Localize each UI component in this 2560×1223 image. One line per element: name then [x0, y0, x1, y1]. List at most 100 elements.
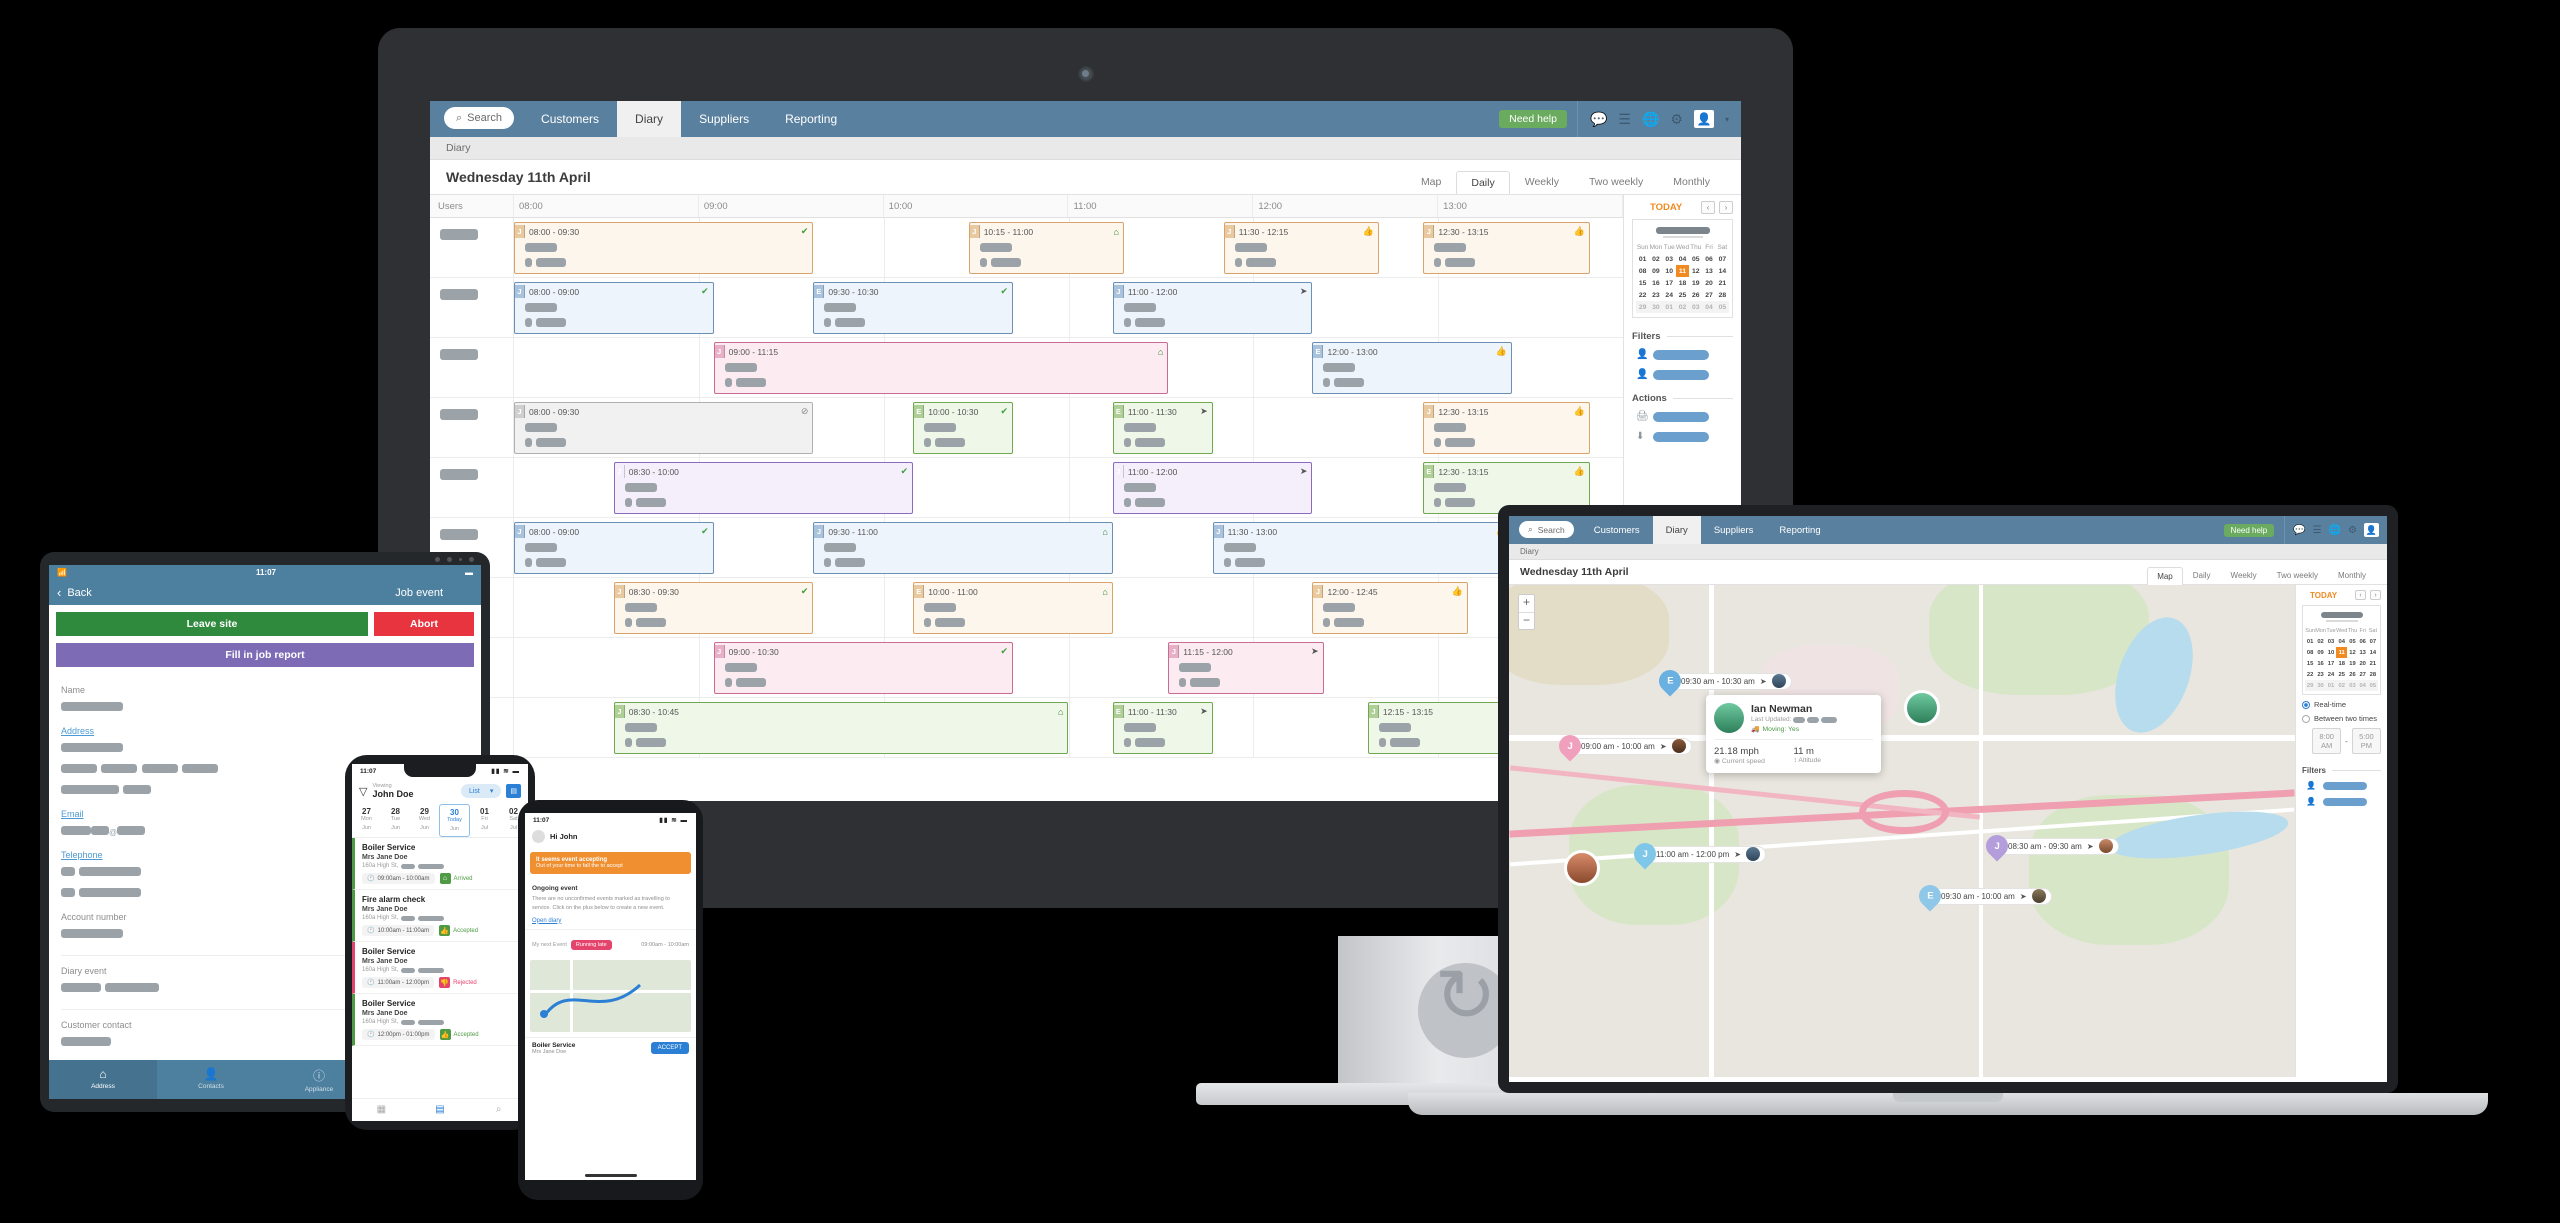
phone-day-strip[interactable]: 27 Mon Jun 28 Tue Jun 29 Wed Jun 30 Today Jun 01 Fri J…: [352, 804, 528, 838]
calendar-day[interactable]: 05: [1715, 301, 1729, 313]
diary-user-cell[interactable]: [430, 338, 514, 397]
diary-event[interactable]: J 08:30 - 09:30 ✔: [613, 582, 814, 634]
calendar-day[interactable]: 03: [1663, 253, 1676, 265]
calendar-day[interactable]: 16: [1649, 277, 1662, 289]
field-label-address[interactable]: Address: [61, 726, 469, 736]
calendar-day[interactable]: 05: [2367, 680, 2378, 691]
zoom-in-button[interactable]: +: [1519, 595, 1534, 612]
calendar-day[interactable]: 25: [2336, 669, 2347, 680]
day-strip-item[interactable]: 28 Tue Jun: [381, 804, 410, 837]
gear-icon[interactable]: ⚙: [1670, 111, 1683, 128]
diary-event[interactable]: E 09:30 - 10:30 ✔: [813, 282, 1014, 334]
mini-map[interactable]: [530, 959, 691, 1032]
day-strip-item[interactable]: 30 Today Jun: [439, 804, 470, 837]
view-tab-map[interactable]: Map: [1406, 170, 1456, 193]
calendar-day[interactable]: 11: [2336, 647, 2348, 658]
diary-event[interactable]: E 12:00 - 13:00 👍: [1312, 342, 1513, 394]
back-chevron-icon[interactable]: ‹: [57, 585, 61, 600]
diary-event[interactable]: J 09:00 - 10:30 ✔: [713, 642, 1014, 694]
diary-event[interactable]: J 08:00 - 09:30 ✔: [514, 222, 814, 274]
calendar-day[interactable]: 24: [2326, 669, 2336, 680]
diary-event[interactable]: E 11:00 - 11:30 ➤: [1112, 702, 1213, 754]
calendar-day[interactable]: 01: [1636, 253, 1649, 265]
calendar-day[interactable]: 26: [2347, 669, 2357, 680]
diary-user-cell[interactable]: [430, 218, 514, 277]
list-dropdown[interactable]: List ▾: [460, 784, 502, 798]
calendar-day[interactable]: 18: [2336, 658, 2347, 669]
calendar-icon[interactable]: ▤: [411, 1104, 470, 1115]
fill-job-report-button[interactable]: Fill in job report: [56, 643, 474, 667]
calendar-day[interactable]: 16: [2315, 658, 2326, 669]
time-to-input[interactable]: 5:00 PM: [2351, 728, 2381, 754]
calendar-day[interactable]: 30: [2315, 680, 2326, 691]
marker-label[interactable]: 09:00 am - 10:00 am ➤: [1571, 737, 1692, 755]
diary-lane[interactable]: J 09:00 - 10:30 ✔ J 11:15 - 12:00 ➤: [514, 638, 1623, 697]
tab-customers[interactable]: Customers: [523, 101, 617, 137]
calendar-day[interactable]: 09: [1649, 265, 1662, 277]
filter-row[interactable]: 👤: [1632, 349, 1733, 360]
marker-label[interactable]: 09:30 am - 10:00 am ➤: [1931, 887, 2052, 905]
diary-user-cell[interactable]: [430, 398, 514, 457]
prev-month-button[interactable]: ‹: [2355, 590, 2366, 600]
diary-event[interactable]: J 08:00 - 09:00 ✔: [514, 522, 714, 574]
calendar-day[interactable]: 04: [1702, 301, 1716, 313]
tab-reporting[interactable]: Reporting: [767, 101, 855, 137]
calendar-day[interactable]: 10: [1663, 265, 1676, 277]
calendar-day[interactable]: 04: [1676, 253, 1689, 265]
diary-lane[interactable]: J 09:00 - 11:15 ⌂ E 12:00 - 13:00 👍: [514, 338, 1623, 397]
map-info-card[interactable]: Ian Newman Last Updated: 🚚 Moving: Yes 2…: [1706, 695, 1881, 773]
diary-event[interactable]: J 09:30 - 11:00 ⌂: [813, 522, 1113, 574]
calendar-day[interactable]: 17: [2326, 658, 2336, 669]
tab-diary[interactable]: Diary: [617, 101, 682, 137]
calendar-day[interactable]: 01: [2325, 680, 2337, 691]
next-month-button[interactable]: ›: [1719, 201, 1733, 214]
calendar-day[interactable]: 26: [1689, 289, 1702, 301]
nav-contacts[interactable]: 👤 Contacts: [157, 1060, 265, 1099]
calendar-day[interactable]: 05: [2347, 636, 2357, 647]
between-radio-row[interactable]: Between two times: [2302, 714, 2381, 723]
list-icon[interactable]: ☰: [2313, 525, 2322, 536]
diary-event[interactable]: J 08:00 - 09:00 ✔: [514, 282, 714, 334]
diary-lane[interactable]: J 08:00 - 09:30 ✔ J 10:15 - 11:00 ⌂ J 11:30 - 1…: [514, 218, 1623, 277]
accept-button[interactable]: ACCEPT: [650, 1042, 689, 1055]
view-tab-daily[interactable]: Daily: [2183, 566, 2221, 584]
calendar-day[interactable]: 10: [2326, 647, 2336, 658]
calendar-day[interactable]: 24: [1663, 289, 1676, 301]
diary-lane[interactable]: J 08:00 - 09:00 ✔ E 09:30 - 10:30 ✔ J 11:00 - 1…: [514, 278, 1623, 337]
diary-lane[interactable]: J 08:00 - 09:00 ✔ J 09:30 - 11:00 ⌂ J 11:30 - 1…: [514, 518, 1623, 577]
chat-icon[interactable]: 💬: [1590, 111, 1607, 128]
map-marker[interactable]: J 11:00 am - 12:00 pm ➤: [1629, 838, 1766, 870]
calendar-day[interactable]: 02: [2315, 636, 2326, 647]
calendar-day[interactable]: 12: [1689, 265, 1702, 277]
calendar-day[interactable]: 19: [1689, 277, 1702, 289]
diary-lane[interactable]: J 08:30 - 09:30 ✔ E 10:00 - 11:00 ⌂ J 12:00 - 1…: [514, 578, 1623, 637]
chat-icon[interactable]: 💬: [2293, 525, 2305, 536]
view-tab-monthly[interactable]: Monthly: [1658, 170, 1725, 193]
globe-icon[interactable]: 🌐: [1642, 111, 1659, 128]
avatar[interactable]: [1564, 850, 1600, 886]
calendar-day[interactable]: 20: [2358, 658, 2368, 669]
tab-customers[interactable]: Customers: [1581, 516, 1653, 544]
calendar-day[interactable]: 13: [1702, 265, 1715, 277]
calendar-day[interactable]: 17: [1663, 277, 1676, 289]
nav-address[interactable]: ⌂ Address: [49, 1060, 157, 1099]
abort-button[interactable]: Abort: [374, 612, 474, 636]
marker-label[interactable]: 09:30 am - 10:30 am ➤: [1671, 672, 1792, 690]
marker-label[interactable]: 11:00 am - 12:00 pm ➤: [1646, 845, 1766, 863]
search-input[interactable]: ⌕ Search: [1519, 521, 1574, 538]
calendar-day[interactable]: 08: [1636, 265, 1649, 277]
calendar-day[interactable]: 04: [2336, 636, 2347, 647]
calendar-day[interactable]: 20: [1702, 277, 1715, 289]
filter-icon[interactable]: ▽: [359, 785, 367, 798]
calendar-day[interactable]: 03: [2326, 636, 2336, 647]
calendar-day[interactable]: 02: [2336, 680, 2348, 691]
calendar-day[interactable]: 29: [2305, 680, 2316, 691]
calendar-day[interactable]: 02: [1649, 253, 1662, 265]
calendar-day[interactable]: 09: [2315, 647, 2326, 658]
calendar-day[interactable]: 12: [2347, 647, 2357, 658]
view-tab-monthly[interactable]: Monthly: [2328, 566, 2376, 584]
diary-lane[interactable]: J 08:30 - 10:45 ⌂ E 11:00 - 11:30 ➤ J 12:15 - 1…: [514, 698, 1623, 757]
diary-event[interactable]: J 08:00 - 09:30 ⊘: [514, 402, 814, 454]
diary-user-cell[interactable]: [430, 458, 514, 517]
job-card[interactable]: Boiler Service Mrs Jane Doe 160a High St, 🕐…: [352, 994, 528, 1046]
